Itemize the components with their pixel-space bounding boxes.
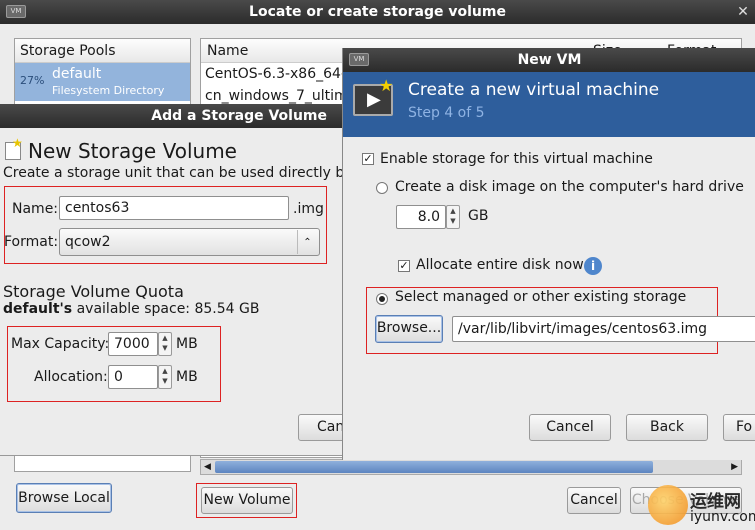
pool-type: Filesystem Directory (52, 84, 165, 97)
format-label: Format: (4, 234, 59, 250)
create-disk-label: Create a disk image on the computer's ha… (395, 179, 744, 195)
format-select[interactable]: qcow2 ⌃ (59, 228, 320, 256)
max-capacity-label: Max Capacity: (11, 336, 110, 352)
format-value: qcow2 (65, 234, 111, 250)
quota-heading: Storage Volume Quota (3, 282, 184, 301)
chevron-updown-icon: ⌃ (297, 230, 317, 254)
max-capacity-input[interactable]: 7000 (108, 332, 158, 356)
storage-path-input[interactable]: /var/lib/libvirt/images/centos63.img (452, 316, 755, 342)
browse-button[interactable]: Browse... (375, 315, 443, 343)
cancel-button[interactable]: Cancel (567, 487, 621, 514)
star-icon: ★ (379, 76, 394, 95)
enable-storage-label: Enable storage for this virtual machine (380, 151, 653, 167)
new-vm-dialog: VM New VM ▶ ★ Create a new virtual machi… (342, 48, 755, 460)
pool-item-default[interactable]: 27% default Filesystem Directory (15, 63, 190, 101)
allocate-disk-label: Allocate entire disk now (416, 257, 584, 273)
locate-volume-title: Locate or create storage volume (249, 4, 506, 20)
space-text: available space: 85.54 GB (72, 301, 260, 317)
monitor-icon: ▶ ★ (353, 76, 393, 116)
locate-volume-titlebar: VM Locate or create storage volume ✕ (0, 0, 755, 24)
watermark-logo (648, 485, 688, 525)
app-icon: VM (6, 5, 26, 18)
scrollbar-thumb[interactable] (215, 461, 653, 473)
select-managed-label: Select managed or other existing storage (395, 289, 687, 305)
name-suffix: .img (293, 201, 324, 217)
disk-size-unit: GB (468, 208, 489, 224)
add-volume-title: Add a Storage Volume (151, 108, 327, 124)
max-capacity-stepper[interactable]: ▲ ▼ (158, 332, 172, 356)
create-disk-radio[interactable] (376, 182, 388, 194)
select-managed-radio[interactable] (376, 293, 388, 305)
add-volume-heading: New Storage Volume (28, 139, 237, 163)
volume-icon: ★ (5, 136, 23, 160)
scroll-right-icon[interactable]: ▶ (731, 460, 738, 474)
new-vm-title: New VM (517, 52, 582, 68)
pool-usage: 27% (20, 74, 45, 87)
enable-storage-checkbox[interactable]: ✓ (362, 153, 374, 165)
star-icon: ★ (12, 136, 23, 150)
allocation-unit: MB (176, 369, 198, 385)
new-vm-header: ▶ ★ Create a new virtual machine Step 4 … (343, 72, 755, 137)
allocation-label: Allocation: (34, 369, 108, 385)
name-input[interactable]: centos63 (59, 196, 289, 220)
watermark: 运维网 iyunv.com (648, 483, 755, 530)
horizontal-scrollbar[interactable]: ◀ ▶ (200, 459, 742, 475)
disk-size-input[interactable]: 8.0 (396, 205, 446, 229)
allocate-disk-checkbox[interactable]: ✓ (398, 260, 410, 272)
new-vm-heading: Create a new virtual machine (408, 80, 660, 100)
watermark-site: iyunv.com (690, 509, 755, 525)
forward-button[interactable]: Fo (723, 414, 755, 441)
column-name[interactable]: Name (207, 39, 248, 63)
max-capacity-unit: MB (176, 336, 198, 352)
browse-local-button[interactable]: Browse Local (16, 483, 112, 513)
info-icon[interactable]: i (584, 257, 602, 275)
add-volume-titlebar: Add a Storage Volume (0, 104, 345, 128)
allocation-stepper[interactable]: ▲ ▼ (158, 365, 172, 389)
name-label: Name: (12, 201, 59, 217)
close-icon[interactable]: ✕ (734, 3, 752, 21)
highlight-new-volume (196, 483, 297, 518)
new-vm-step: Step 4 of 5 (408, 105, 485, 121)
add-storage-volume-dialog: Add a Storage Volume ★ New Storage Volum… (0, 104, 366, 456)
new-vm-titlebar: VM New VM (343, 48, 755, 72)
available-space: default's available space: 85.54 GB (3, 301, 259, 317)
storage-pools-header: Storage Pools (15, 39, 190, 63)
allocation-input[interactable]: 0 (108, 365, 158, 389)
add-volume-description: Create a storage unit that can be used d… (3, 165, 366, 181)
disk-size-stepper[interactable]: ▲ ▼ (446, 205, 460, 229)
app-icon: VM (349, 53, 369, 66)
back-button[interactable]: Back (626, 414, 708, 441)
pool-name: default (52, 66, 102, 82)
new-vm-cancel-button[interactable]: Cancel (529, 414, 611, 441)
scroll-left-icon[interactable]: ◀ (204, 460, 211, 474)
disk-size-value: 8.0 (417, 209, 440, 225)
space-owner: default's (3, 301, 73, 317)
